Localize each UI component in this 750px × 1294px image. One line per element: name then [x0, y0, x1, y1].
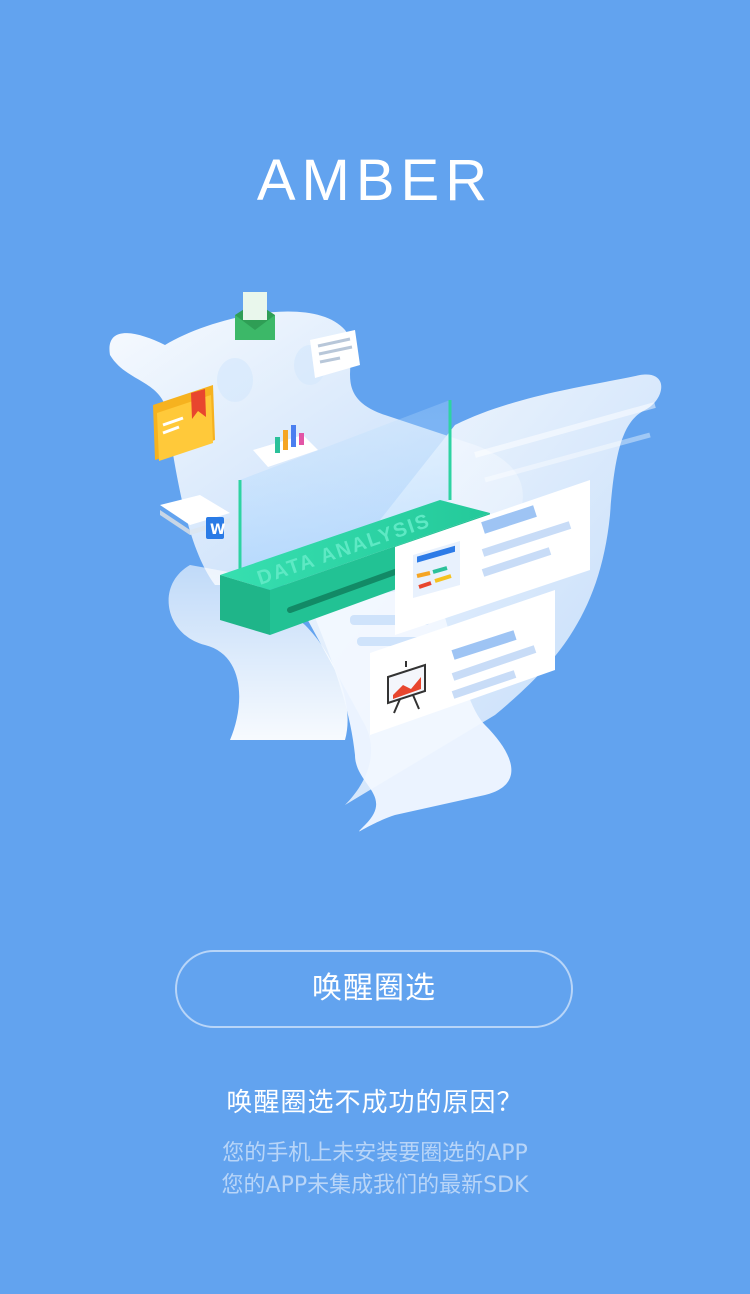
svg-text:W: W	[210, 522, 225, 538]
reason-item: 您的手机上未安装要圈选的APP	[222, 1141, 528, 1166]
wake-selection-button[interactable]: 唤醒圈选	[175, 950, 573, 1028]
reason-item: 您的APP未集成我们的最新SDK	[221, 1173, 529, 1198]
data-analysis-illustration: DATA ANALYSIS W	[109, 292, 662, 832]
amber-logo: AMBER	[256, 148, 494, 213]
failure-reason-title: 唤醒圈选不成功的原因？	[226, 1088, 524, 1118]
page: AMBER DATA ANALYSIS W 唤醒圈选 唤醒圈选不成功的原因？ 您…	[0, 0, 750, 1294]
failure-reason-list: 您的手机上未安装要圈选的APP 您的APP未集成我们的最新SDK	[0, 1138, 750, 1202]
mail-icon	[235, 292, 275, 340]
